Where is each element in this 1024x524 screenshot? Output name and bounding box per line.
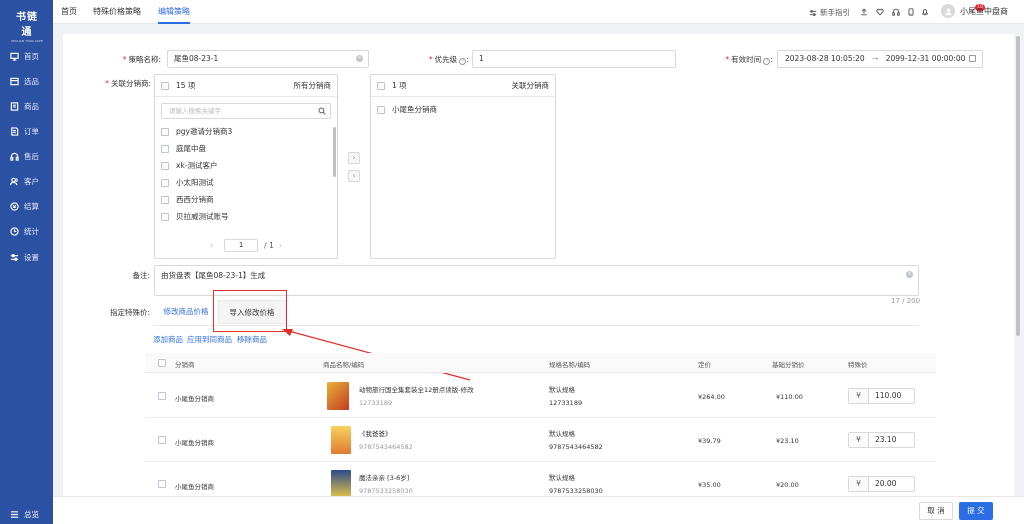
select-all-rows-checkbox[interactable] (158, 359, 166, 367)
special-price-label: 指定特殊价: (109, 308, 150, 317)
sidebar-item-aftersale[interactable]: 售后 (0, 145, 53, 167)
cancel-button[interactable]: 取 消 (919, 502, 953, 520)
tab-edit-strategy[interactable]: 编辑策略 (158, 0, 190, 24)
select-all-checkbox[interactable] (161, 81, 169, 90)
tab-home[interactable]: 首页 (61, 0, 77, 24)
distributor-search-input[interactable]: 请输入搜索关键字 (161, 103, 331, 119)
strategy-name-label: * 策略名称: (122, 55, 161, 64)
special-price-input[interactable]: ¥20.00 (848, 476, 915, 492)
linked-distributors-panel: 1 项关联分销商 小尾鱼分销商 (370, 74, 556, 259)
clear-icon[interactable]: × (356, 55, 363, 62)
page-scrollbar[interactable] (1016, 36, 1020, 336)
apply-same-goods-link[interactable]: 应用到同商品 (187, 334, 232, 345)
help-icon[interactable]: ? (459, 58, 467, 65)
headset-icon[interactable] (892, 8, 900, 16)
annotation-box (213, 290, 287, 332)
table-row: 小尾鱼分销商 《我爸爸》 9787543464582 默认规格 97875434… (145, 418, 936, 462)
distributor-label: * 关联分销商: (105, 79, 151, 88)
upload-icon[interactable] (860, 8, 868, 16)
product-thumbnail (331, 470, 351, 498)
help-icon[interactable]: ? (763, 58, 771, 65)
table-header: 分销商 商品名称/编码 规格名称/编码 定价 基础分销价 特殊价 (145, 353, 936, 373)
menu-icon (10, 510, 19, 519)
box-icon (10, 77, 19, 86)
move-left-button[interactable]: ‹ (348, 170, 360, 182)
all-distributors-panel: 15 项所有分销商 请输入搜索关键字 pgy邀请分销商3 庭尾中盘 xk-测试客… (154, 74, 338, 259)
search-icon (318, 107, 326, 115)
clock-icon (10, 226, 19, 236)
priority-input[interactable]: 1 (472, 50, 676, 68)
monitor-icon (10, 52, 19, 61)
select-all-checkbox[interactable] (377, 81, 385, 90)
users-icon (10, 177, 19, 186)
list-item[interactable]: 西西分销商 (155, 191, 337, 208)
order-icon (10, 126, 19, 136)
clear-icon[interactable]: × (906, 271, 913, 278)
list-item[interactable]: 贝拉威测试账号 (155, 208, 337, 225)
remove-goods-link[interactable]: 移除商品 (237, 334, 267, 345)
sidebar: 书链通 SHULIAN TONG SUPPLY CHAIN 首页 选品 商品 订… (0, 0, 53, 524)
table-row: 小尾鱼分销商 动物旅行国全集套装全12册点读版-修改 12733189 默认规格… (145, 374, 936, 418)
settings-icon (10, 253, 19, 262)
product-thumbnail (327, 382, 349, 410)
guide-button[interactable]: 新手指引 (809, 7, 850, 18)
add-goods-link[interactable]: 添加商品 (153, 334, 183, 345)
heart-icon[interactable] (876, 8, 884, 16)
list-scrollbar[interactable] (333, 127, 336, 177)
tab-special-price-strategy[interactable]: 特殊价格策略 (93, 0, 141, 24)
app-logo[interactable]: 书链通 SHULIAN TONG SUPPLY CHAIN (11, 8, 43, 43)
product-thumbnail (331, 426, 351, 454)
chevron-left-icon[interactable]: ‹ (210, 241, 213, 250)
chevron-right-icon[interactable]: › (279, 241, 282, 250)
strategy-name-input[interactable]: 尾鱼08-23-1 × (167, 50, 369, 68)
sidebar-item-statistics[interactable]: 统计 (0, 220, 53, 242)
sidebar-item-home[interactable]: 首页 (0, 45, 53, 67)
list-item[interactable]: 庭尾中盘 (155, 140, 337, 157)
list-item[interactable]: pgy邀请分销商3 (155, 123, 337, 140)
special-price-input[interactable]: ¥23.10 (848, 432, 915, 448)
list-item[interactable]: xk-测试客户 (155, 157, 337, 174)
sidebar-item-settings[interactable]: 设置 (0, 246, 53, 268)
user-menu[interactable]: 小尾鱼中盘商 (941, 4, 1008, 18)
main-panel: * 策略名称: 尾鱼08-23-1 × * 优先级 ?: 1 * 有效时间 ?: 202… (63, 34, 1014, 504)
move-right-button[interactable]: › (348, 152, 360, 164)
avatar (941, 4, 955, 18)
phone-icon[interactable] (907, 8, 915, 16)
top-bar: 首页 特殊价格策略 编辑策略 新手指引 10 小尾鱼中盘商 (53, 0, 1024, 24)
priority-label: * 优先级 ?: (428, 55, 469, 65)
tab-modify-price[interactable]: 修改商品价格 (154, 300, 218, 324)
sidebar-item-selection[interactable]: 选品 (0, 70, 53, 92)
headset-icon (10, 152, 19, 161)
collapse-button[interactable]: 总览 (0, 505, 53, 524)
valid-time-range[interactable]: 2023-08-28 10:05:20 → 2099-12-31 00:00:0… (777, 50, 983, 68)
note-counter: 17 / 200 (891, 297, 921, 305)
valid-time-label: * 有效时间 ?: (725, 55, 773, 65)
bottom-action-bar: 取 消 提 交 (53, 496, 1024, 524)
list-item[interactable]: 小太阳测试 (155, 174, 337, 191)
guide-icon (809, 9, 820, 17)
note-label: 备注: (132, 271, 150, 280)
calendar-icon[interactable] (969, 55, 976, 62)
settle-icon (10, 201, 19, 211)
pagination: ‹ 1 / 1 › (209, 239, 283, 252)
bell-icon[interactable] (921, 8, 929, 16)
sidebar-item-goods[interactable]: 商品 (0, 95, 53, 117)
sidebar-item-customers[interactable]: 客户 (0, 170, 53, 192)
page-input[interactable]: 1 (224, 239, 259, 252)
submit-button[interactable]: 提 交 (959, 502, 993, 520)
sidebar-item-settlement[interactable]: 结算 (0, 195, 53, 217)
book-icon (10, 101, 19, 111)
special-price-input[interactable]: ¥110.00 (848, 388, 915, 404)
sidebar-item-orders[interactable]: 订单 (0, 120, 53, 142)
list-item[interactable]: 小尾鱼分销商 (371, 101, 555, 118)
